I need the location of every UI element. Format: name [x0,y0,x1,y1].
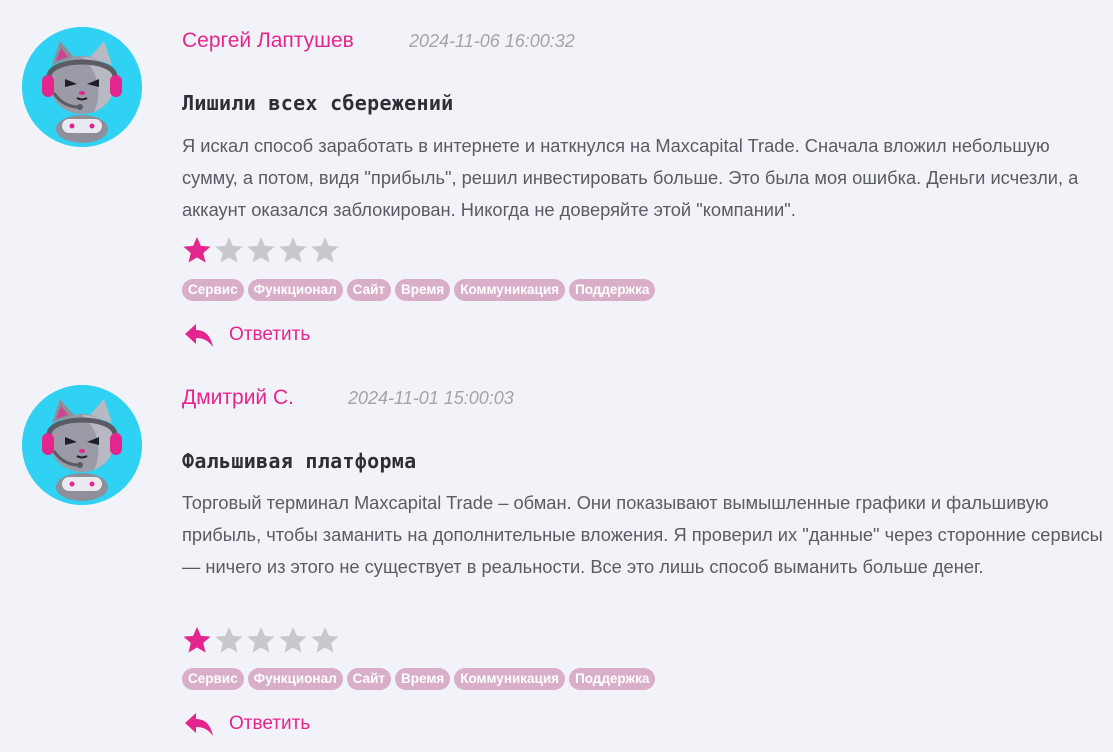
star-empty-icon [279,236,307,263]
rating-stars [182,625,340,655]
reply-button[interactable]: Ответить [184,711,310,737]
review-author[interactable]: Сергей Лаптушев [182,29,354,53]
reply-arrow-icon [184,711,214,737]
avatar [22,385,142,505]
reply-arrow-icon [184,322,214,348]
star-empty-icon [311,236,339,263]
tag-site: Сайт [346,279,391,301]
review-title: Фальшивая платформа [182,449,417,473]
rating-stars [182,235,340,265]
tag-site: Сайт [346,668,391,690]
reply-label: Ответить [229,324,311,345]
review-title: Лишили всех сбережений [182,91,454,115]
tag-time: Время [395,668,451,690]
gamer-cat-avatar-icon [22,385,142,505]
review-tags: Сервис Функционал Сайт Время Коммуникаци… [182,279,656,301]
review-author[interactable]: Дмитрий С. [182,386,294,410]
tag-time: Время [395,279,451,301]
tag-support: Поддержка [569,279,656,301]
star-empty-icon [215,626,243,653]
star-empty-icon [247,626,275,653]
gamer-cat-avatar-icon [22,27,142,147]
tag-support: Поддержка [569,668,656,690]
review-date: 2024-11-01 15:00:03 [348,388,514,408]
review-date: 2024-11-06 16:00:32 [409,31,575,51]
reviews-list: Сергей Лаптушев 2024-11-06 16:00:32 Лиши… [0,0,1113,752]
tag-communication: Коммуникация [454,668,566,690]
tag-service: Сервис [182,668,244,690]
review-text: Я искал способ заработать в интернете и … [182,135,1079,220]
tag-service: Сервис [182,279,244,301]
star-empty-icon [279,626,307,653]
star-empty-icon [311,626,339,653]
star-empty-icon [247,236,275,263]
avatar [22,27,142,147]
review-tags: Сервис Функционал Сайт Время Коммуникаци… [182,668,656,690]
reply-button[interactable]: Ответить [184,322,310,348]
tag-functionality: Функционал [247,668,343,690]
reply-label: Ответить [229,713,311,734]
star-filled-icon [183,626,211,653]
review-text: Торговый терминал Maxcapital Trade – обм… [182,492,1103,577]
star-empty-icon [215,236,243,263]
tag-functionality: Функционал [247,279,343,301]
star-filled-icon [183,236,211,263]
tag-communication: Коммуникация [454,279,566,301]
